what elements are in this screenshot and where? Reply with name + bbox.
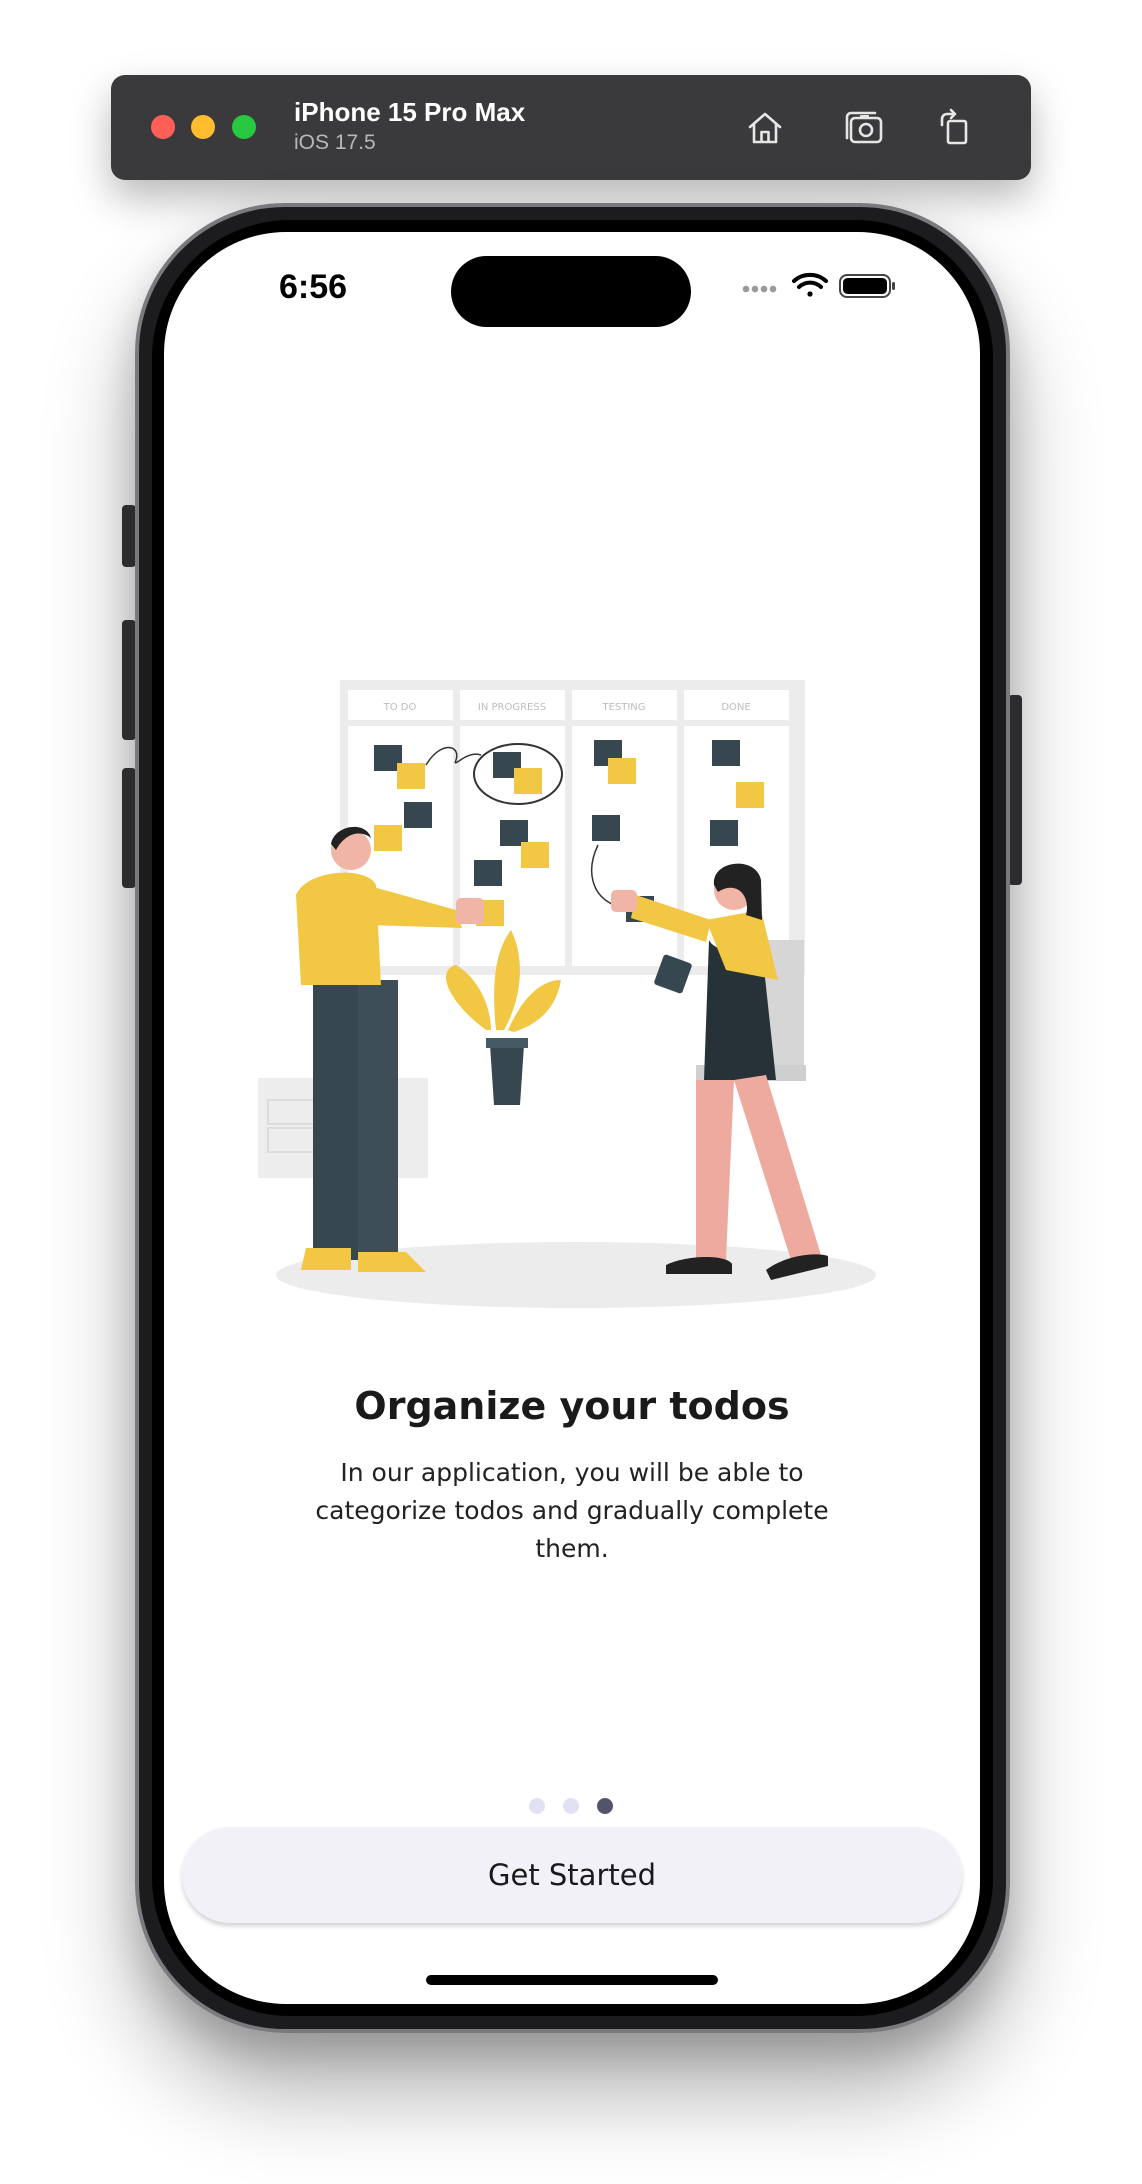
volume-down-button: [122, 768, 136, 888]
phone-screen: 6:56 TO DO IN PROGRESS TESTING DONE Orga…: [164, 232, 980, 2004]
cellular-signal-icon: [742, 285, 777, 293]
get-started-label: Get Started: [488, 1858, 656, 1892]
minimize-window-button[interactable]: [191, 115, 215, 139]
page-dot-3-active[interactable]: [597, 1798, 613, 1814]
power-button: [1008, 695, 1022, 885]
volume-up-button: [122, 620, 136, 740]
home-icon[interactable]: [742, 105, 788, 151]
screenshot-icon[interactable]: [842, 105, 888, 151]
page-dot-1[interactable]: [529, 1798, 545, 1814]
dynamic-island: [451, 256, 691, 327]
zoom-window-button[interactable]: [232, 115, 256, 139]
board-col-testing: TESTING: [601, 702, 645, 713]
status-time: 6:56: [279, 268, 348, 306]
device-name: iPhone 15 Pro Max: [294, 97, 526, 127]
wifi-icon: [792, 272, 828, 297]
simulator-toolbar: iPhone 15 Pro Max iOS 17.5: [111, 75, 1031, 180]
close-window-button[interactable]: [151, 115, 175, 139]
page-dot-2[interactable]: [563, 1798, 579, 1814]
board-col-done: DONE: [721, 702, 750, 713]
rotate-icon[interactable]: [934, 105, 980, 151]
status-icons: [742, 272, 895, 298]
get-started-button[interactable]: Get Started: [182, 1827, 962, 1923]
page-indicator: [164, 1798, 980, 1816]
os-version: iOS 17.5: [294, 131, 376, 154]
kanban-board-illustration: TO DO IN PROGRESS TESTING DONE: [258, 680, 876, 1308]
onboarding-description: In our application, you will be able to …: [315, 1458, 829, 1563]
battery-icon: [839, 274, 895, 298]
home-indicator[interactable]: [426, 1975, 718, 1985]
onboarding-title: Organize your todos: [354, 1384, 790, 1428]
board-col-todo: TO DO: [383, 702, 417, 713]
board-col-in-progress: IN PROGRESS: [478, 702, 546, 713]
action-button: [122, 505, 136, 567]
